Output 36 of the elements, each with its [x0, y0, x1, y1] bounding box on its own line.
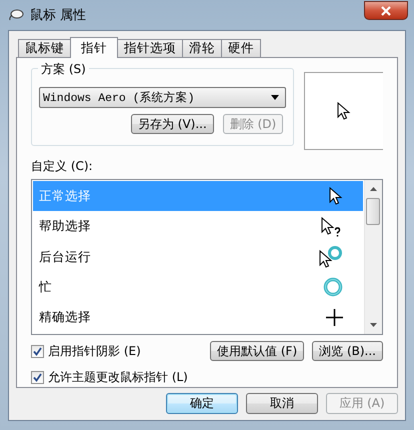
close-button[interactable] — [364, 1, 408, 20]
dialog-button[interactable]: 取消 — [246, 393, 318, 414]
busy-ring-icon — [323, 277, 343, 298]
help-cursor-icon — [321, 216, 343, 237]
scroll-thumb[interactable] — [366, 198, 380, 225]
checkbox-label: 启用指针阴影 (E) — [48, 342, 141, 360]
tab[interactable]: 硬件 — [221, 39, 261, 57]
window-title: 鼠标 属性 — [30, 7, 86, 24]
arrow-cursor-icon — [329, 186, 343, 206]
checkbox[interactable] — [31, 344, 44, 358]
list-item[interactable]: 后台运行 — [33, 242, 363, 272]
customize-label: 自定义 (C): — [31, 158, 94, 175]
scrollbar[interactable] — [364, 180, 382, 334]
browse-button[interactable]: 浏览 (B)... — [312, 341, 383, 361]
save-as-button[interactable]: 另存为 (V)... — [130, 114, 214, 134]
group-label: 方案 (S) — [38, 61, 89, 78]
tab[interactable]: 滑轮 — [182, 39, 222, 57]
dropdown-arrow-icon — [271, 95, 280, 100]
checkbox[interactable] — [31, 371, 44, 384]
list-item[interactable]: 精确选择 — [33, 302, 363, 334]
arrow-cursor-icon — [337, 102, 352, 120]
scroll-up-icon[interactable] — [370, 187, 377, 191]
use-default-button[interactable]: 使用默认值 (F) — [210, 341, 304, 361]
busy-arrow-cursor-icon — [319, 245, 343, 270]
scroll-down-icon[interactable] — [370, 323, 377, 327]
checkbox-label: 允许主题更改鼠标指针 (L) — [48, 369, 188, 386]
list-item[interactable]: 忙 — [33, 272, 363, 303]
scheme-dropdown[interactable]: Windows Aero (系统方案) — [39, 87, 286, 108]
dialog-button[interactable]: 确定 — [166, 393, 238, 414]
tab[interactable]: 指针 — [70, 37, 118, 58]
tab[interactable]: 鼠标键 — [18, 39, 71, 57]
crosshair-icon — [326, 309, 343, 326]
close-icon — [380, 6, 392, 16]
tab[interactable]: 指针选项 — [117, 39, 183, 57]
list-item[interactable]: 帮助选择 — [33, 211, 363, 242]
mouse-icon — [8, 9, 24, 21]
